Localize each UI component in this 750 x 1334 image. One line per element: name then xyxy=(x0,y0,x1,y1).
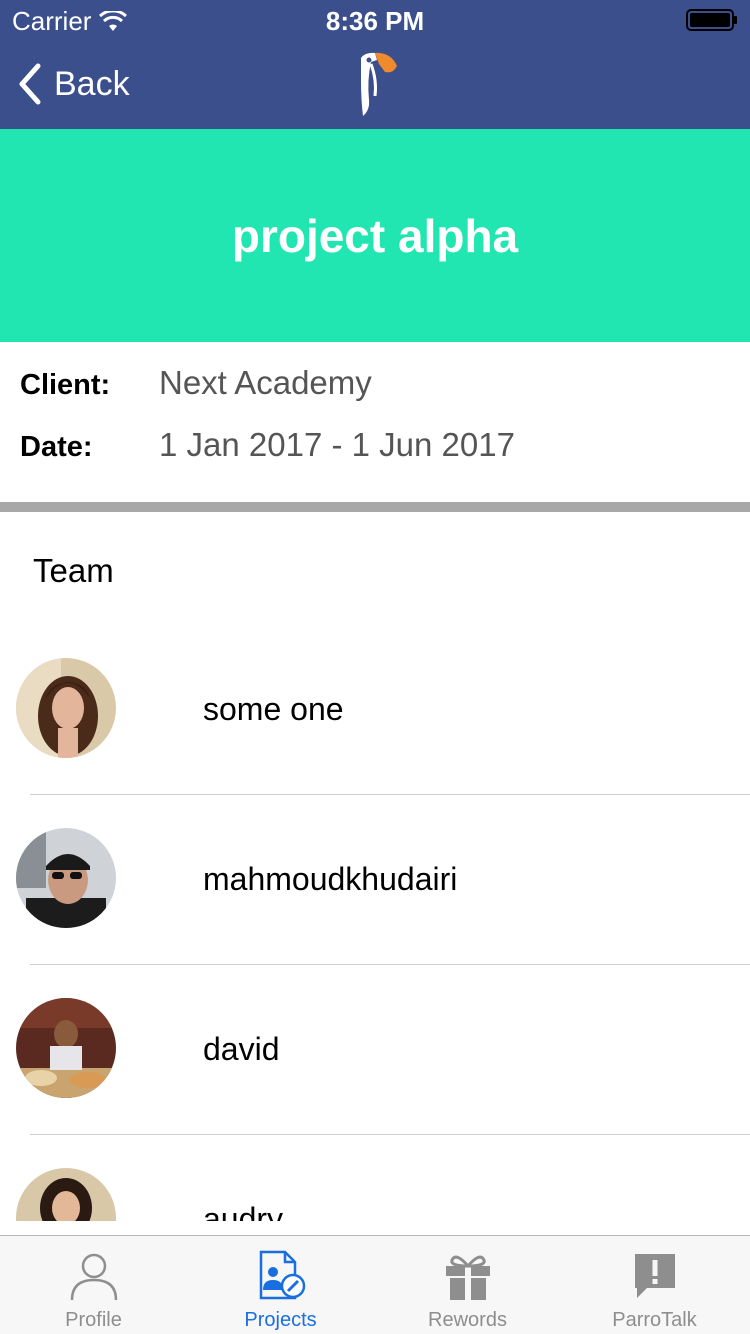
team-member-row[interactable]: audry xyxy=(0,1135,750,1221)
tab-projects[interactable]: Projects xyxy=(187,1236,374,1334)
team-list[interactable]: some one mahmoudkhudairi david audry xyxy=(0,625,750,1221)
project-title: project alpha xyxy=(231,209,519,262)
avatar xyxy=(16,998,116,1098)
back-label: Back xyxy=(54,64,130,103)
client-label: Client: xyxy=(20,369,111,401)
section-divider xyxy=(0,502,750,512)
tab-label: Rewords xyxy=(428,1309,507,1331)
client-row: Client: Next Academy xyxy=(20,364,372,402)
member-name: audry xyxy=(203,1201,284,1221)
avatar xyxy=(16,828,116,928)
battery-icon xyxy=(686,9,737,31)
avatar xyxy=(16,1168,116,1221)
tab-label: Projects xyxy=(244,1309,317,1331)
tab-label: Profile xyxy=(65,1309,122,1331)
tab-rewords[interactable]: Rewords xyxy=(374,1236,561,1334)
date-row: Date: 1 Jan 2017 - 1 Jun 2017 xyxy=(20,426,515,464)
team-member-row[interactable]: some one xyxy=(0,625,750,795)
back-button[interactable]: Back xyxy=(16,60,130,108)
date-value: 1 Jan 2017 - 1 Jun 2017 xyxy=(159,426,515,463)
person-icon xyxy=(70,1253,117,1301)
projects-icon xyxy=(259,1250,305,1300)
team-heading: Team xyxy=(33,552,114,589)
member-name: david xyxy=(203,1031,280,1067)
avatar xyxy=(16,658,116,758)
gift-icon xyxy=(445,1255,490,1300)
status-time: 8:36 PM xyxy=(325,6,425,36)
client-value: Next Academy xyxy=(159,364,372,401)
status-bar: Carrier 8:36 PM xyxy=(0,0,750,40)
alert-bubble-icon xyxy=(634,1254,675,1298)
member-name: mahmoudkhudairi xyxy=(203,861,458,897)
tab-label: ParroTalk xyxy=(612,1309,697,1331)
date-label: Date: xyxy=(20,431,93,463)
project-details: Client: Next Academy Date: 1 Jan 2017 - … xyxy=(0,342,750,502)
team-member-row[interactable]: david xyxy=(0,965,750,1135)
parrot-logo-icon xyxy=(361,52,397,116)
tab-bar: Profile Projects Rewords ParroTalk xyxy=(0,1235,750,1334)
team-member-row[interactable]: mahmoudkhudairi xyxy=(0,795,750,965)
navigation-bar: Carrier 8:36 PM Back xyxy=(0,0,750,129)
tab-profile[interactable]: Profile xyxy=(0,1236,187,1334)
tab-parrotalk[interactable]: ParroTalk xyxy=(561,1236,748,1334)
project-banner: project alpha xyxy=(0,129,750,342)
chevron-left-icon xyxy=(19,63,41,105)
member-name: some one xyxy=(203,691,344,727)
